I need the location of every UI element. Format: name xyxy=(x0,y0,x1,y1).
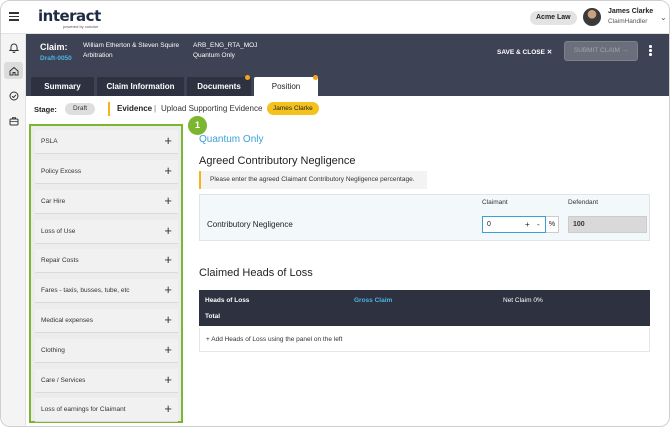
column-header-net-claim: Net Claim 0% xyxy=(503,297,543,304)
claim-id: Draft-0050 xyxy=(40,55,72,62)
panel-item-repair-costs[interactable]: Repair Costs + xyxy=(35,249,178,273)
stage-badge: Draft xyxy=(65,103,96,115)
column-header-gross-claim[interactable]: Gross Claim xyxy=(354,297,392,304)
panel-item-fares[interactable]: Fares - taxis, busses, tube, etc + xyxy=(35,279,178,303)
increment-button[interactable]: + xyxy=(525,220,530,229)
tab-summary[interactable]: Summary xyxy=(31,77,94,96)
panel-item-label: Care / Services xyxy=(41,377,86,384)
evidence-label: Evidence xyxy=(117,104,153,113)
check-circle-icon[interactable] xyxy=(8,90,19,101)
claim-type: Arbitration xyxy=(83,52,113,59)
position-notification-dot xyxy=(313,75,318,80)
tab-documents[interactable]: Documents xyxy=(187,77,251,96)
plus-icon[interactable]: + xyxy=(164,372,172,387)
chevron-down-icon[interactable]: ⌄ xyxy=(660,13,667,22)
add-hint-text: + Add Heads of Loss using the panel on t… xyxy=(206,336,343,343)
tab-position[interactable]: Position xyxy=(254,77,318,96)
plus-icon[interactable]: + xyxy=(164,252,172,267)
panel-item-care-services[interactable]: Care / Services + xyxy=(35,369,178,393)
section-title-heads-of-loss: Claimed Heads of Loss xyxy=(199,267,313,279)
add-heads-of-loss-hint: + Add Heads of Loss using the panel on t… xyxy=(199,328,650,352)
panel-item-loss-of-use[interactable]: Loss of Use + xyxy=(35,220,178,244)
defendant-percentage-field: 100 xyxy=(568,216,647,233)
claim-parties: William Etherton & Steven Squire xyxy=(83,42,180,49)
plus-icon[interactable]: + xyxy=(164,163,172,178)
panel-item-medical-expenses[interactable]: Medical expenses + xyxy=(35,309,178,333)
claimant-percentage-stepper[interactable]: 0 + - xyxy=(482,216,546,233)
decrement-button[interactable]: - xyxy=(537,220,540,229)
panel-item-label: Loss of earnings for Claimant xyxy=(41,406,126,413)
app-logo-subtitle: powered by concise xyxy=(63,24,99,29)
user-name[interactable]: James Clarke xyxy=(608,8,653,15)
scope-heading: Quantum Only xyxy=(199,134,264,145)
organization-badge[interactable]: Acme Law xyxy=(530,11,577,25)
plus-icon[interactable]: + xyxy=(164,342,172,357)
info-hint: Please enter the agreed Claimant Contrib… xyxy=(199,171,427,189)
panel-item-label: Clothing xyxy=(41,347,65,354)
bell-icon[interactable] xyxy=(8,42,19,53)
tab-claim-information[interactable]: Claim Information xyxy=(97,77,184,96)
defendant-percentage-value: 100 xyxy=(573,221,585,228)
panel-item-label: Medical expenses xyxy=(41,317,94,324)
assignee-badge[interactable]: James Clarke xyxy=(267,102,319,115)
panel-item-car-hire[interactable]: Car Hire + xyxy=(35,190,178,214)
tab-bar: Summary Claim Information Documents Posi… xyxy=(26,75,669,96)
save-close-button[interactable]: SAVE & CLOSE ✕ xyxy=(497,48,552,56)
defendant-label: Defendant xyxy=(568,199,598,206)
panel-item-label: Fares - taxis, busses, tube, etc xyxy=(41,287,130,294)
top-bar: interact powered by concise Acme Law Jam… xyxy=(1,1,669,34)
panel-item-label: Repair Costs xyxy=(41,257,79,264)
submit-claim-button[interactable]: SUBMIT CLAIM → xyxy=(564,41,638,61)
more-options-icon[interactable] xyxy=(649,45,653,57)
panel-item-label: Car Hire xyxy=(41,198,66,205)
claim-label: Claim: xyxy=(40,42,68,52)
menu-icon[interactable] xyxy=(9,12,19,21)
claim-code: ARB_ENG_RTA_MOJ xyxy=(193,42,258,49)
plus-icon[interactable]: + xyxy=(164,133,172,148)
heads-of-loss-table: Heads of Loss Gross Claim Net Claim 0% T… xyxy=(199,290,650,326)
heads-of-loss-panel: PSLA + Policy Excess + Car Hire + Loss o… xyxy=(29,124,183,423)
claimant-percentage-value[interactable]: 0 xyxy=(487,221,491,228)
panel-item-policy-excess[interactable]: Policy Excess + xyxy=(35,160,178,184)
claim-header: Claim: Draft-0050 William Etherton & Ste… xyxy=(26,34,669,75)
evidence-description: Upload Supporting Evidence xyxy=(161,104,263,113)
evidence-separator: | xyxy=(154,104,157,113)
avatar[interactable] xyxy=(583,8,601,26)
hint-text: Please enter the agreed Claimant Contrib… xyxy=(210,176,415,183)
panel-item-label: Loss of Use xyxy=(41,228,76,235)
claim-scope: Quantum Only xyxy=(193,52,235,59)
percent-suffix: % xyxy=(546,216,559,233)
panel-item-psla[interactable]: PSLA + xyxy=(35,130,178,154)
plus-icon[interactable]: + xyxy=(164,401,172,416)
left-rail xyxy=(1,34,26,426)
stage-label: Stage: xyxy=(34,105,57,114)
section-title-contributory-negligence: Agreed Contributory Negligence xyxy=(199,155,356,167)
step-badge: 1 xyxy=(188,116,207,135)
stage-row: Stage: Draft Evidence | Upload Supportin… xyxy=(26,96,669,121)
app-logo: interact xyxy=(38,7,101,25)
documents-notification-dot xyxy=(245,75,250,80)
contributory-negligence-label: Contributory Negligence xyxy=(207,220,293,229)
panel-item-loss-of-earnings[interactable]: Loss of earnings for Claimant + xyxy=(35,398,178,422)
panel-item-label: Policy Excess xyxy=(41,168,82,175)
plus-icon[interactable]: + xyxy=(164,193,172,208)
stage-divider xyxy=(108,102,110,116)
briefcase-icon[interactable] xyxy=(8,115,19,126)
plus-icon[interactable]: + xyxy=(164,282,172,297)
home-icon[interactable] xyxy=(4,62,23,79)
column-header-heads-of-loss: Heads of Loss xyxy=(205,297,250,304)
app-window: interact powered by concise Acme Law Jam… xyxy=(0,0,670,427)
panel-item-clothing[interactable]: Clothing + xyxy=(35,339,178,363)
panel-item-label: PSLA xyxy=(41,138,58,145)
contributory-negligence-box: Contributory Negligence Claimant Defenda… xyxy=(199,194,650,241)
claimant-label: Claimant xyxy=(482,199,508,206)
user-role: ClaimHandler xyxy=(608,18,648,25)
plus-icon[interactable]: + xyxy=(164,223,172,238)
total-row-label: Total xyxy=(205,313,221,320)
plus-icon[interactable]: + xyxy=(164,312,172,327)
